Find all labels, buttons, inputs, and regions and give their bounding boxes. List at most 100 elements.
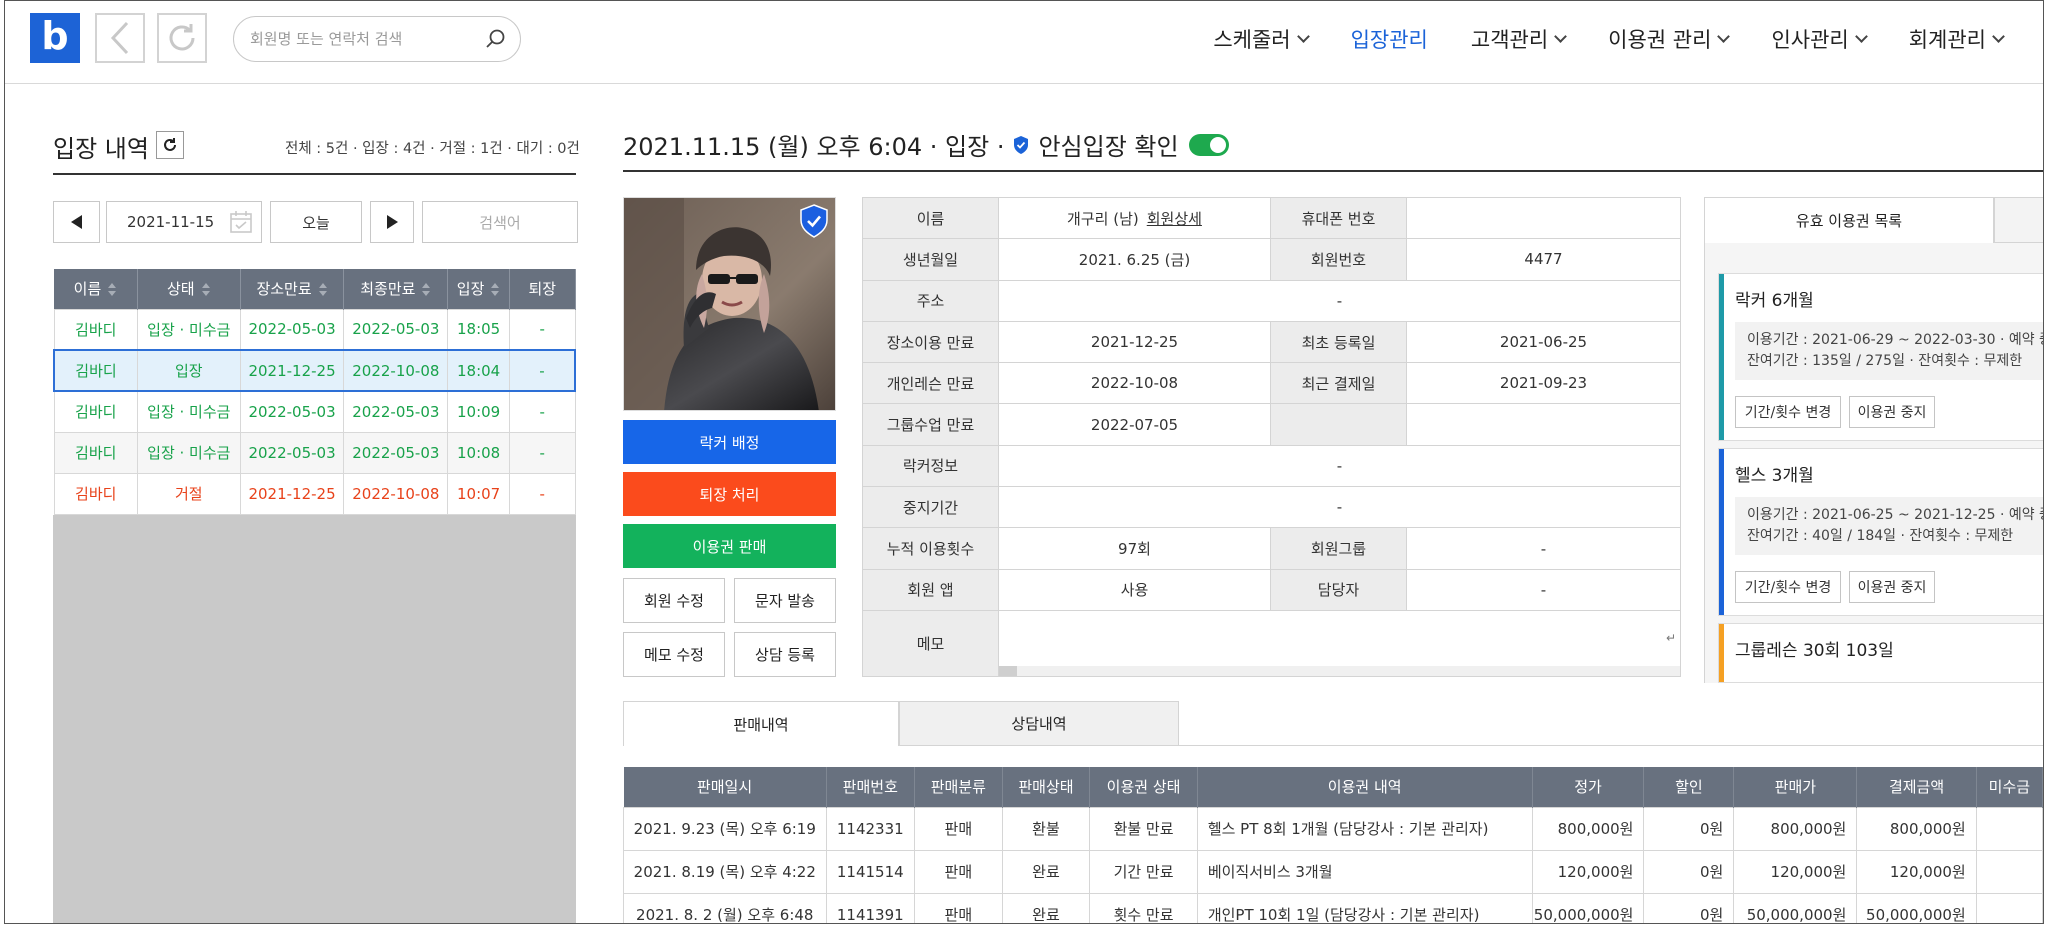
consult-register-button[interactable]: 상담 등록 (734, 632, 836, 677)
sales-col-header[interactable]: 정가 (1532, 767, 1645, 807)
sales-col-header[interactable]: 판매가 (1733, 767, 1858, 807)
personal-exp-value: 2022-10-08 (998, 362, 1271, 405)
chevron-down-icon (1992, 30, 2005, 43)
entry-cell-final-exp: 2022-05-03 (343, 431, 449, 474)
edit-member-button[interactable]: 회원 수정 (623, 578, 725, 623)
entry-col-header[interactable]: 장소만료 (240, 269, 345, 309)
entry-cell-name: 김바디 (53, 472, 138, 515)
ticket-card[interactable]: 락커 6개월 이용기간 : 2021-06-29 ~ 2022-03-30 · 예… (1718, 273, 2043, 441)
entry-row[interactable]: 김바디 입장 · 미수금 2022-05-03 2022-05-03 10:09- (53, 390, 576, 433)
exit-process-button[interactable]: 퇴장 처리 (623, 472, 836, 516)
column-label: 입장 (456, 280, 485, 299)
change-period-button[interactable]: 기간/횟수 변경 (1735, 571, 1841, 603)
memo-scrollbar[interactable] (999, 665, 1680, 676)
send-sms-button[interactable]: 문자 발송 (734, 578, 836, 623)
today-button[interactable]: 오늘 (270, 201, 362, 243)
entry-refresh-button[interactable] (156, 131, 184, 159)
ticket-card[interactable]: 헬스 3개월 이용기간 : 2021-06-25 ~ 2021-12-25 · 예… (1718, 448, 2044, 616)
tab-valid-tickets[interactable]: 유효 이용권 목록 (1704, 197, 1994, 243)
sales-cell: 800,000원 (1531, 806, 1645, 851)
entry-col-header[interactable]: 이름 (54, 269, 138, 309)
next-day-button[interactable] (370, 201, 414, 243)
ticket-card[interactable]: 그룹레슨 30회 103일 (1718, 623, 2043, 683)
chevron-down-icon (1296, 30, 1310, 43)
sales-row[interactable]: 2021. 8. 2 (월) 오후 6:48 1141391 판매 완료 횟수 만료 개인… (623, 892, 2043, 923)
sales-cell (1975, 849, 2043, 894)
sales-cell: 완료 (1001, 892, 1091, 923)
sales-col-header[interactable]: 판매상태 (1002, 767, 1091, 807)
prev-day-button[interactable] (53, 201, 100, 243)
sales-row[interactable]: 2021. 9.23 (목) 오후 6:19 1142331 판매 환불 환불 만료 헬스… (623, 806, 2043, 851)
entry-cell-place-exp: 2021-12-25 (239, 349, 345, 392)
back-button[interactable] (95, 13, 145, 63)
ticket-period: 이용기간 : 2021-06-25 ~ 2021-12-25 · 예약 중 : (1747, 507, 2044, 523)
sales-col-header[interactable]: 이용권 상태 (1089, 767, 1198, 807)
menu-item-label: 입장관리 (1350, 28, 1428, 52)
app-logo[interactable]: b (30, 13, 80, 63)
entry-cell-status: 입장 · 미수금 (136, 431, 241, 474)
tab-other[interactable] (1994, 197, 2043, 243)
place-exp-label: 장소이용 만료 (862, 320, 999, 364)
sales-col-header[interactable]: 판매분류 (914, 767, 1003, 807)
sales-col-header[interactable]: 미수금 (1976, 767, 2043, 807)
entry-cell-in: 10:08 (447, 431, 510, 474)
suspend-value: - (998, 486, 1681, 529)
sales-col-header[interactable]: 할인 (1643, 767, 1735, 807)
ticket-info: 이용기간 : 2021-06-29 ~ 2022-03-30 · 예약 중 잔여기… (1735, 322, 2043, 380)
suspend-ticket-button[interactable]: 이용권 중지 (1849, 571, 1935, 603)
locker-assign-button[interactable]: 락커 배정 (623, 420, 836, 464)
menu-item-2[interactable]: 고객관리 (1471, 21, 1568, 57)
date-picker[interactable]: 2021-11-15 (106, 201, 262, 243)
sales-col-header[interactable]: 이용권 내역 (1197, 767, 1533, 807)
first-reg-value: 2021-06-25 (1406, 320, 1681, 364)
sales-cell: 800,000원 (1856, 806, 1977, 851)
locker-value: - (998, 444, 1681, 488)
ticket-remaining: 잔여기간 : 40일 / 184일 · 잔여횟수 : 무제한 (1747, 528, 2014, 544)
sales-col-header[interactable]: 결제금액 (1856, 767, 1977, 807)
memo-label: 메모 (862, 609, 999, 677)
sales-col-header[interactable]: 판매일시 (623, 767, 827, 807)
keyword-search-field[interactable]: 검색어 (422, 201, 578, 243)
entry-col-header[interactable]: 상태 (137, 269, 241, 309)
tab-consult-history[interactable]: 상담내역 (899, 701, 1179, 746)
entry-cell-final-exp: 2022-05-03 (343, 308, 449, 351)
calendar-icon (230, 211, 252, 233)
sales-row[interactable]: 2021. 8.19 (목) 오후 4:22 1141514 판매 완료 기간 만료 베이… (623, 849, 2043, 894)
suspend-ticket-button[interactable]: 이용권 중지 (1849, 396, 1935, 428)
group-exp-label: 그룹수업 만료 (862, 403, 999, 446)
entry-row[interactable]: 김바디 거절 2021-12-25 2022-10-08 10:07- (53, 472, 576, 515)
entry-col-header[interactable]: 입장 (447, 269, 510, 309)
entry-col-header[interactable]: 퇴장 (509, 269, 576, 309)
entry-row[interactable]: 김바디 입장 · 미수금 2022-05-03 2022-05-03 18:05- (53, 308, 576, 351)
sales-cell: 120,000원 (1733, 849, 1858, 894)
change-period-button[interactable]: 기간/횟수 변경 (1735, 396, 1841, 428)
member-search-input[interactable] (250, 27, 480, 51)
tab-sales-history[interactable]: 판매내역 (623, 701, 899, 746)
entry-col-header[interactable]: 최종만료 (343, 269, 449, 309)
member-number-label: 회원번호 (1270, 238, 1407, 281)
search-icon[interactable] (484, 27, 508, 51)
resize-handle-icon[interactable]: ↵ (1666, 631, 1676, 645)
sales-cell: 판매 (914, 806, 1003, 851)
safe-entry-toggle[interactable] (1188, 133, 1229, 156)
entry-cell-name: 김바디 (52, 349, 138, 392)
sales-cell (1975, 892, 2043, 923)
menu-item-3[interactable]: 이용권 관리 (1608, 21, 1731, 57)
reload-button[interactable] (157, 13, 207, 63)
member-detail-link[interactable]: 회원상세 (1147, 210, 1202, 228)
entry-row[interactable]: 김바디 입장 2021-12-25 2022-10-08 18:04- (52, 349, 576, 392)
menu-item-1[interactable]: 입장관리 (1351, 21, 1428, 57)
sales-cell: 횟수 만료 (1089, 892, 1198, 923)
app-window: b 스케줄러 입장관리 고객관리 이용권 관리 인사관리 회계관리 입장 내역 전체 : … (4, 0, 2044, 924)
sales-col-header[interactable]: 판매번호 (826, 767, 916, 807)
memo-field[interactable]: ↵ (998, 609, 1681, 677)
member-info-table: 이름 개구리 (남) 회원상세 휴대폰 번호 생년월일 2021. 6.25 (금… (862, 196, 1681, 677)
menu-item-4[interactable]: 인사관리 (1771, 21, 1868, 57)
edit-memo-button[interactable]: 메모 수정 (623, 632, 725, 677)
scrollbar-thumb[interactable] (999, 665, 1017, 676)
sell-ticket-button[interactable]: 이용권 판매 (623, 524, 836, 568)
entry-row[interactable]: 김바디 입장 · 미수금 2022-05-03 2022-05-03 10:08- (53, 431, 576, 474)
sales-cell (1975, 806, 2043, 851)
menu-item-0[interactable]: 스케줄러 (1213, 21, 1310, 57)
menu-item-5[interactable]: 회계관리 (1909, 21, 2005, 57)
